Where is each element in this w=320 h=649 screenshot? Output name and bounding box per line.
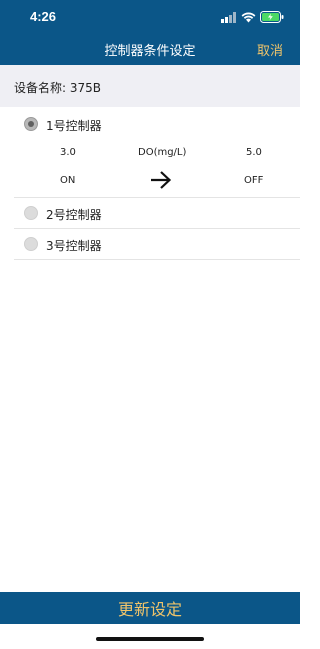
off-state-label: OFF [244,175,264,186]
arrow-right-icon [151,171,172,189]
device-name-label: 设备名称: 375B [14,81,101,95]
status-time: 4:26 [30,9,57,24]
signal-icon [221,11,236,23]
divider [14,259,300,260]
home-indicator [96,637,204,641]
controller-option-1[interactable]: 1号控制器 [0,109,300,139]
controller-3-label: 3号控制器 [46,239,102,253]
device-name-row: 设备名称: 375B [0,65,300,107]
status-bar: 4:26 [0,0,300,34]
wifi-icon [241,12,256,22]
parameter-label: DO(mg/L) [138,147,187,158]
radio-button[interactable] [24,237,38,251]
cancel-button[interactable]: 取消 [257,40,283,59]
controller-option-2[interactable]: 2号控制器 [0,198,300,228]
battery-icon [260,11,284,23]
controller-1-label: 1号控制器 [46,119,102,133]
top-bar: 4:26 控制器条件设定 取消 [0,0,300,65]
controller-option-3[interactable]: 3号控制器 [0,229,300,259]
on-state-label: ON [60,175,76,186]
controller-2-label: 2号控制器 [46,208,102,222]
page-title: 控制器条件设定 [104,44,196,59]
radio-button[interactable] [24,206,38,220]
low-threshold-value: 3.0 [60,147,76,158]
update-settings-button[interactable]: 更新设定 [0,592,300,624]
nav-bar: 控制器条件设定 取消 [0,34,300,65]
high-threshold-value: 5.0 [246,147,262,158]
radio-button-selected[interactable] [24,117,38,131]
status-icons [221,11,284,23]
